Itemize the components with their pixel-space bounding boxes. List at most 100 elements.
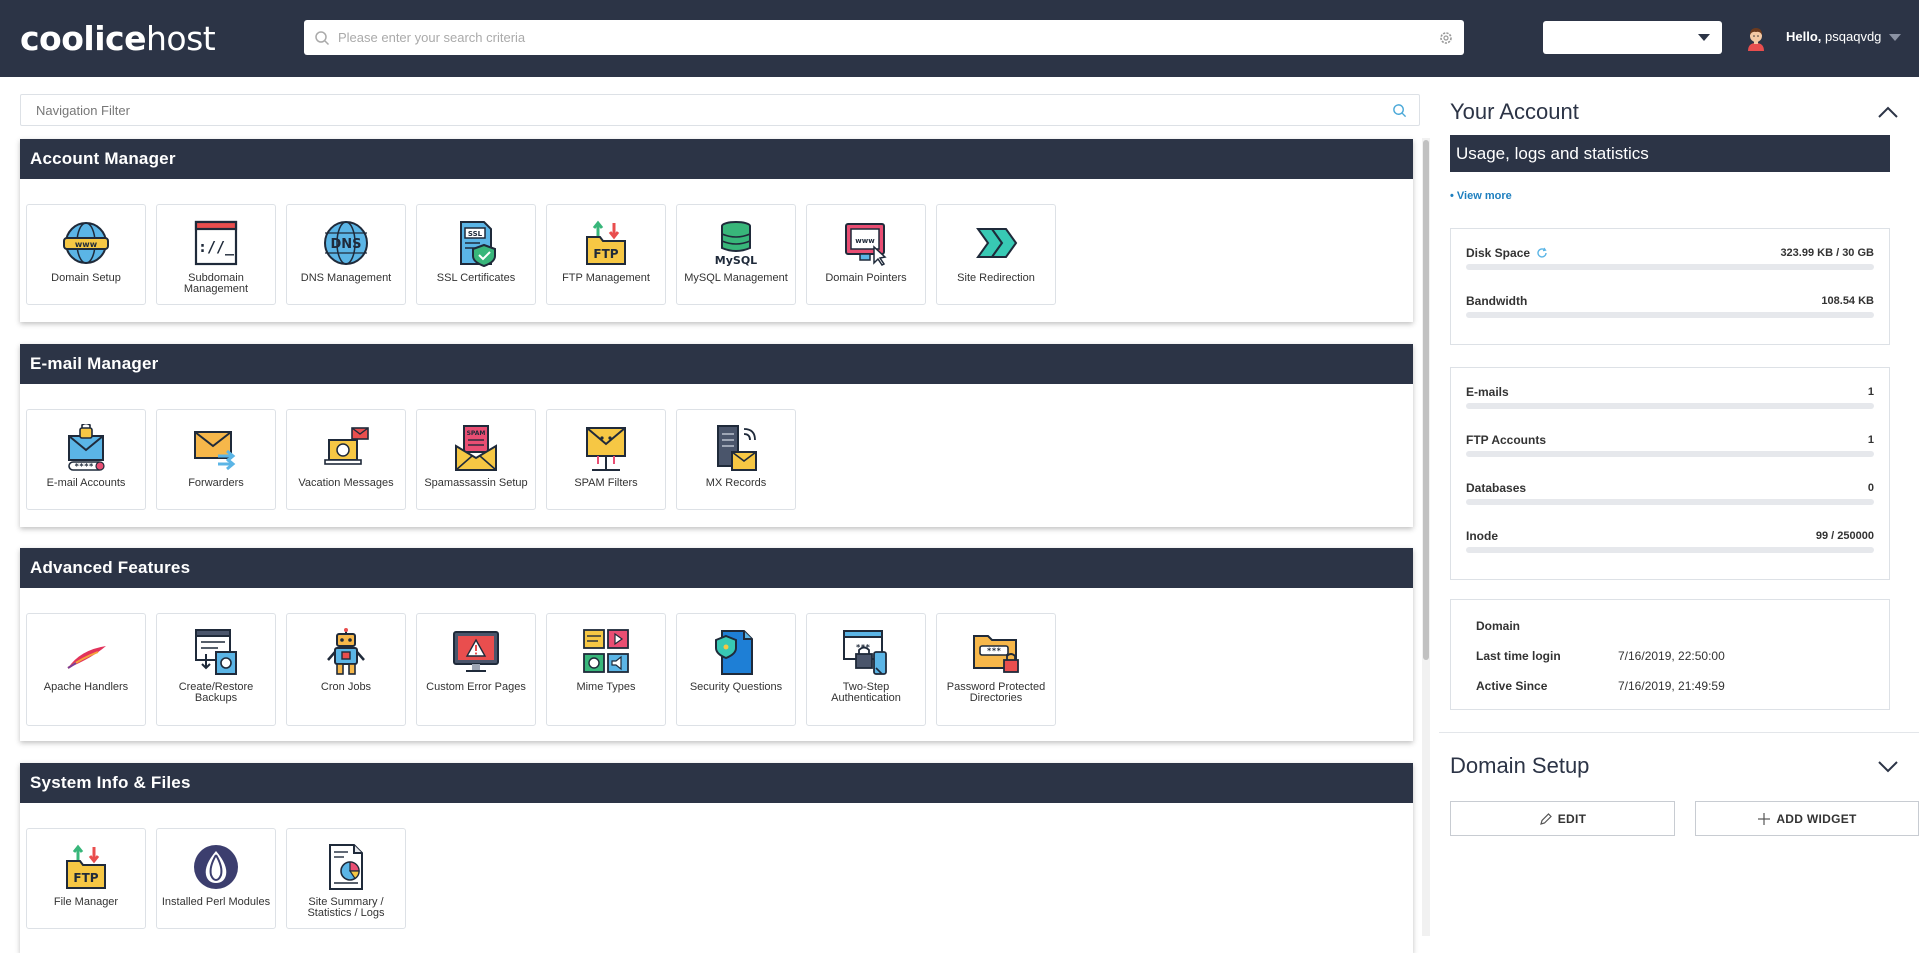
tile-mx-records[interactable]: MX Records (676, 409, 796, 510)
your-account-title: Your Account (1450, 99, 1579, 124)
progress-track (1466, 312, 1874, 318)
tile-site-redirection[interactable]: Site Redirection (936, 204, 1056, 305)
navigation-filter (20, 94, 1420, 126)
refresh-icon[interactable] (1536, 247, 1548, 259)
global-search-box (304, 20, 1464, 55)
file-manager-icon: FTP (66, 844, 106, 889)
password-folder-icon: *** (973, 635, 1019, 673)
dns-globe-icon: DNS (324, 221, 368, 265)
chevron-up-icon[interactable] (1877, 102, 1899, 124)
tile-label: Subdomain Management (183, 272, 249, 295)
tile-label: Domain Setup (51, 272, 121, 284)
svg-text:FTP: FTP (73, 871, 98, 885)
tile-create-restore-backups[interactable]: Create/Restore Backups (156, 613, 276, 726)
vacation-laptop-icon (324, 427, 369, 465)
tile-ftp-management[interactable]: FTP FTP Management (546, 204, 666, 305)
apache-feather-icon (67, 646, 106, 669)
tile-site-summary-statistics-logs[interactable]: Site Summary / Statistics / Logs (286, 828, 406, 929)
backup-icon (195, 629, 237, 675)
stat-label: Inode (1466, 529, 1498, 543)
svg-text:MySQL: MySQL (715, 254, 757, 267)
svg-text:SSL: SSL (468, 230, 483, 238)
progress-track (1466, 499, 1874, 505)
tile-dns-management[interactable]: DNS DNS Management (286, 204, 406, 305)
tile-label: SSL Certificates (436, 272, 516, 284)
view-more-link[interactable]: • View more (1450, 190, 1512, 202)
mx-server-icon (717, 425, 757, 471)
last-login-row: Last time login 7/16/2019, 22:50:00 (1476, 649, 1725, 663)
svg-text:***: *** (987, 647, 1002, 656)
chevron-down-icon (1698, 34, 1710, 41)
user-menu-chevron-icon[interactable] (1889, 34, 1901, 41)
active-since-row: Active Since 7/16/2019, 21:49:59 (1476, 679, 1725, 693)
svg-text:FTP: FTP (593, 247, 618, 261)
chevron-down-icon[interactable] (1877, 755, 1899, 777)
tile-label: Cron Jobs (320, 681, 372, 693)
tile-cron-jobs[interactable]: Cron Jobs (286, 613, 406, 726)
robot-icon (327, 628, 365, 675)
avatar[interactable] (1742, 24, 1770, 52)
section-items: Apache Handlers Create/Restore Backups C… (20, 588, 1413, 726)
tile-spam-filters[interactable]: SPAM Filters (546, 409, 666, 510)
stat-label: Disk Space (1466, 246, 1548, 260)
section-items: FTP File Manager Installed Perl Modules … (20, 803, 1413, 929)
tile-label: Create/Restore Backups (178, 681, 254, 704)
tile-label: Forwarders (188, 477, 244, 489)
tile-installed-perl-modules[interactable]: Installed Perl Modules (156, 828, 276, 929)
tile-security-questions[interactable]: Security Questions (676, 613, 796, 726)
stat-label: Databases (1466, 481, 1527, 495)
tile-subdomain-management[interactable]: ://_ Subdomain Management (156, 204, 276, 305)
tile-label: E-mail Accounts (46, 477, 126, 489)
domain-info-box: Domain Last time login 7/16/2019, 22:50:0… (1450, 599, 1890, 710)
tile-forwarders[interactable]: Forwarders (156, 409, 276, 510)
pencil-icon (1539, 812, 1552, 825)
tile-ssl-certificates[interactable]: SSL SSL Certificates (416, 204, 536, 305)
tile-vacation-messages[interactable]: Vacation Messages (286, 409, 406, 510)
tile-label: Apache Handlers (43, 681, 129, 693)
domain-select[interactable] (1543, 21, 1722, 54)
section-advanced-features: Advanced Features Apache Handlers Create… (20, 548, 1413, 741)
scrollbar-thumb[interactable] (1423, 140, 1429, 660)
section-items: www Domain Setup ://_ Subdomain Manageme… (20, 179, 1413, 305)
add-widget-button[interactable]: ADD WIDGET (1695, 801, 1919, 836)
tile-email-accounts[interactable]: **** E-mail Accounts (26, 409, 146, 510)
navigation-filter-input[interactable] (21, 95, 1392, 125)
tile-mime-types[interactable]: Mime Types (546, 613, 666, 726)
ssl-certificate-icon: SSL (460, 221, 496, 267)
tile-apache-handlers[interactable]: Apache Handlers (26, 613, 146, 726)
tile-file-manager[interactable]: FTP File Manager (26, 828, 146, 929)
progress-track (1466, 451, 1874, 457)
tile-domain-setup[interactable]: www Domain Setup (26, 204, 146, 305)
tile-spamassassin-setup[interactable]: SPAM Spamassassin Setup (416, 409, 536, 510)
edit-button[interactable]: EDIT (1450, 801, 1675, 836)
gear-icon[interactable] (1438, 30, 1454, 46)
tile-mysql-management[interactable]: MySQL MySQL Management (676, 204, 796, 305)
tile-custom-error-pages[interactable]: Custom Error Pages (416, 613, 536, 726)
spam-envelope-icon: SPAM (455, 425, 497, 471)
redirect-arrows-icon (976, 228, 1018, 258)
stat-value: 0 (1867, 482, 1874, 494)
stat-label: E-mails (1466, 385, 1509, 399)
search-icon (1393, 103, 1407, 117)
section-account-manager: Account Manager www Domain Setup ://_ Su… (20, 139, 1413, 322)
global-search-input[interactable] (330, 20, 1438, 55)
domain-row: Domain (1476, 619, 1521, 633)
logo[interactable]: coolice host (20, 19, 216, 58)
tile-label: Security Questions (689, 681, 783, 693)
progress-track (1466, 403, 1874, 409)
tile-two-step-authentication[interactable]: *** Two-Step Authentication (806, 613, 926, 726)
stat-value: 99 / 250000 (1815, 530, 1874, 542)
tile-password-protected-directories[interactable]: *** Password Protected Directories (936, 613, 1056, 726)
email-account-icon: **** (68, 424, 105, 471)
stat-value: 1 (1867, 386, 1874, 398)
svg-text:SPAM: SPAM (467, 430, 486, 437)
mysql-database-icon: MySQL (715, 221, 757, 267)
main-scrollbar[interactable] (1422, 138, 1430, 936)
user-greeting[interactable]: Hello, psqaqvdg (1786, 29, 1881, 44)
tile-domain-pointers[interactable]: www Domain Pointers (806, 204, 926, 305)
tile-label: Two-Step Authentication (831, 681, 901, 704)
tile-label: Installed Perl Modules (161, 896, 271, 908)
stat-label: Bandwidth (1466, 294, 1528, 308)
tile-label: Password Protected Directories (946, 681, 1046, 704)
stat-value: 323.99 KB / 30 GB (1780, 247, 1874, 259)
